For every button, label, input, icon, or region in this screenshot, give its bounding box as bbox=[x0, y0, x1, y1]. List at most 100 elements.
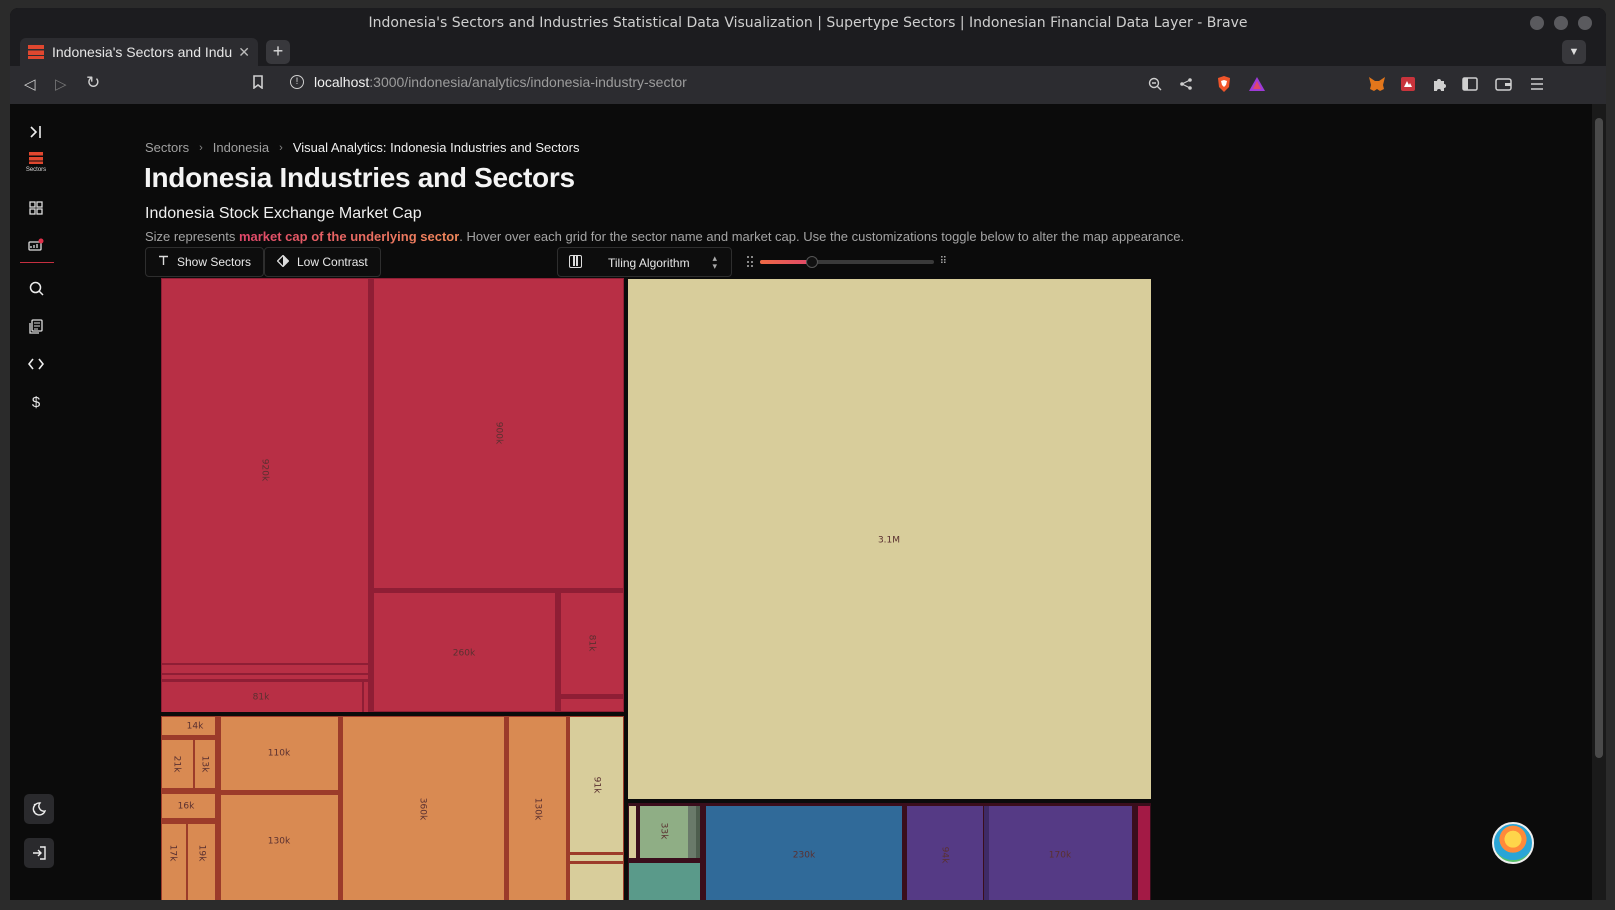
menu-icon[interactable] bbox=[1528, 75, 1546, 93]
tab-bar: Indonesia's Sectors and Industries ✕ + ▼ bbox=[10, 38, 1606, 66]
reports-document-icon[interactable] bbox=[22, 312, 50, 340]
brave-rewards-icon[interactable] bbox=[1248, 75, 1266, 93]
new-tab-button[interactable]: + bbox=[266, 40, 290, 64]
sidebar-toggle-icon[interactable] bbox=[1461, 75, 1479, 93]
zoom-icon[interactable] bbox=[1146, 75, 1164, 93]
search-icon[interactable] bbox=[22, 274, 50, 302]
analytics-chart-icon[interactable] bbox=[22, 231, 50, 259]
treemap-cell[interactable] bbox=[221, 795, 338, 900]
window-controls bbox=[1530, 16, 1592, 30]
share-icon[interactable] bbox=[1177, 75, 1195, 93]
tab-list-chevron-icon[interactable]: ▼ bbox=[1562, 40, 1586, 64]
low-contrast-label: Low Contrast bbox=[297, 255, 368, 269]
treemap-cell[interactable] bbox=[162, 675, 368, 679]
wide-grid-icon: ⠿ bbox=[939, 256, 947, 267]
low-contrast-button[interactable]: Low Contrast bbox=[264, 247, 381, 277]
treemap-cell[interactable] bbox=[696, 806, 700, 858]
close-tab-icon[interactable]: ✕ bbox=[238, 44, 250, 61]
treemap-value-label: 16k bbox=[178, 802, 195, 812]
forward-icon[interactable]: ▷ bbox=[55, 75, 67, 93]
page-scrollbar[interactable] bbox=[1592, 104, 1606, 900]
treemap-value-label: 81k bbox=[253, 693, 270, 703]
desc-suffix: . Hover over each grid for the sector na… bbox=[459, 229, 1185, 244]
slider-track[interactable] bbox=[760, 256, 934, 268]
treemap-value-label: 230k bbox=[793, 851, 816, 861]
desc-prefix: Size represents bbox=[145, 229, 239, 244]
wallet-icon[interactable] bbox=[1494, 75, 1512, 93]
url-host: localhost bbox=[314, 74, 370, 90]
narrow-grid-icon bbox=[747, 256, 753, 267]
reload-icon[interactable]: ↻ bbox=[86, 73, 100, 93]
scrollbar-thumb[interactable] bbox=[1595, 118, 1603, 758]
treemap-cell[interactable] bbox=[162, 824, 186, 900]
expand-sidebar-icon[interactable] bbox=[22, 118, 50, 146]
tiling-algorithm-select[interactable]: Tiling Algorithm ▴ ▾ bbox=[557, 247, 732, 277]
window-titlebar: Indonesia's Sectors and Industries Stati… bbox=[10, 8, 1606, 38]
treemap-cell[interactable] bbox=[570, 864, 623, 900]
code-api-icon[interactable] bbox=[22, 350, 50, 378]
pricing-dollar-icon[interactable]: $ bbox=[22, 388, 50, 416]
treemap-cell[interactable] bbox=[188, 824, 215, 900]
login-icon[interactable] bbox=[24, 838, 54, 868]
treemap-value-label: 920k bbox=[260, 459, 270, 482]
metamask-icon[interactable] bbox=[1368, 75, 1386, 93]
sectors-logo-label: Sectors bbox=[25, 167, 47, 173]
browser-window: Indonesia's Sectors and Industries Stati… bbox=[10, 8, 1606, 900]
extensions-puzzle-icon[interactable] bbox=[1430, 75, 1448, 93]
treemap-cell[interactable] bbox=[688, 806, 696, 858]
treemap-cell[interactable] bbox=[364, 682, 368, 712]
page-content: Sectors $ Sectors › Indonesia › Visual A… bbox=[10, 104, 1606, 900]
site-info-icon[interactable]: ! bbox=[290, 75, 304, 89]
close-window-button[interactable] bbox=[1578, 16, 1592, 30]
treemap-cell[interactable] bbox=[629, 806, 636, 858]
treemap-value-label: 33k bbox=[659, 823, 669, 840]
chevron-right-icon: › bbox=[279, 141, 283, 154]
treemap-value-label: 130k bbox=[533, 798, 543, 821]
text-type-icon bbox=[158, 255, 169, 269]
treemap-chart: 920k 81k 900k 260k 81k 14k 21k 13k 16k 17k 19k 110k… bbox=[161, 278, 1161, 900]
avatar[interactable] bbox=[1492, 822, 1534, 864]
treemap-cell[interactable] bbox=[209, 794, 215, 818]
page-description: Size represents market cap of the underl… bbox=[145, 229, 1184, 244]
bookmark-icon[interactable] bbox=[252, 75, 264, 92]
treemap-value-label: 110k bbox=[268, 749, 291, 759]
chevron-up-down-icon: ▴ ▾ bbox=[712, 253, 717, 271]
treemap-value-label: 21k bbox=[172, 756, 182, 773]
treemap-cell[interactable] bbox=[570, 855, 623, 861]
page-title: Indonesia Industries and Sectors bbox=[144, 162, 575, 193]
tab-title: Indonesia's Sectors and Industries bbox=[52, 44, 233, 60]
padding-slider[interactable]: ⠿ bbox=[747, 255, 947, 269]
show-sectors-label: Show Sectors bbox=[177, 255, 252, 269]
treemap-cell[interactable] bbox=[984, 806, 989, 900]
contrast-icon bbox=[276, 254, 290, 270]
treemap-value-label: 360k bbox=[418, 798, 428, 821]
chevron-right-icon: › bbox=[199, 141, 203, 154]
treemap-cell[interactable] bbox=[629, 863, 700, 900]
breadcrumb-indonesia[interactable]: Indonesia bbox=[213, 140, 269, 155]
address-bar[interactable]: ! localhost:3000/indonesia/analytics/ind… bbox=[290, 74, 687, 90]
browser-tab[interactable]: Indonesia's Sectors and Industries ✕ bbox=[20, 38, 258, 66]
sidebar-active-divider bbox=[20, 262, 54, 263]
breadcrumb-current: Visual Analytics: Indonesia Industries a… bbox=[292, 140, 580, 155]
slider-thumb[interactable] bbox=[806, 256, 819, 268]
treemap-cell[interactable] bbox=[162, 665, 368, 673]
dashboard-grid-icon[interactable] bbox=[22, 194, 50, 222]
minimize-button[interactable] bbox=[1530, 16, 1544, 30]
sectors-logo[interactable]: Sectors bbox=[24, 152, 48, 173]
maximize-button[interactable] bbox=[1554, 16, 1568, 30]
columns-icon bbox=[569, 255, 582, 268]
breadcrumb-sectors[interactable]: Sectors bbox=[145, 140, 189, 155]
treemap-cell[interactable] bbox=[561, 699, 623, 711]
desc-highlight: market cap of the underlying sector bbox=[238, 229, 460, 244]
treemap-cell[interactable] bbox=[1138, 806, 1150, 900]
tiling-algorithm-label: Tiling Algorithm bbox=[608, 256, 690, 270]
back-icon[interactable]: ◁ bbox=[24, 75, 36, 93]
brave-shield-icon[interactable] bbox=[1215, 75, 1233, 93]
theme-toggle-icon[interactable] bbox=[24, 794, 54, 824]
show-sectors-button[interactable]: Show Sectors bbox=[145, 247, 265, 277]
treemap-value-label: 130k bbox=[268, 837, 291, 847]
breadcrumb: Sectors › Indonesia › Visual Analytics: … bbox=[145, 140, 579, 155]
treemap-value-label: 260k bbox=[453, 649, 476, 659]
treemap-value-label: 13k bbox=[200, 756, 210, 773]
extension-red-icon[interactable] bbox=[1399, 75, 1417, 93]
